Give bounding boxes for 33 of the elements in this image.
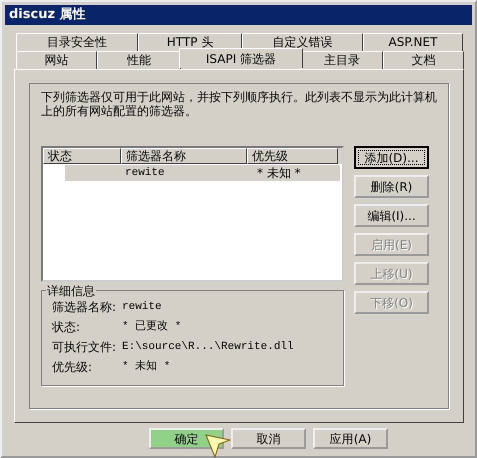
priority-text: * 未知 * [257, 165, 301, 181]
dialog-button[interactable]: 应用(A) [313, 428, 388, 449]
field-value: rewite [122, 300, 162, 315]
description-text: 下列筛选器仅可用于此网站，并按下列顺序执行。此列表不显示为此计算机上的所有网站配置的筛选器。 [41, 90, 438, 120]
side-button[interactable]: 添加(D)... [354, 146, 429, 169]
dialog-button[interactable]: 确定 [149, 428, 224, 449]
window-title: discuz 属性 [5, 5, 472, 25]
dialog-button[interactable]: 取消 [231, 428, 306, 449]
tab[interactable]: ASP.NET [363, 33, 463, 51]
tab[interactable]: 网站 [16, 51, 98, 69]
details-legend: 详细信息 [46, 282, 96, 300]
tab[interactable]: 目录安全性 [16, 33, 138, 51]
tab[interactable]: 主目录 [301, 51, 383, 69]
field-value: * 已更改 * [122, 319, 182, 335]
tab[interactable]: 文档 [382, 51, 464, 69]
side-button[interactable]: 删除(R) [354, 175, 429, 198]
side-button[interactable]: 编辑(I)... [354, 204, 429, 227]
field-label: 状态: [52, 319, 82, 336]
column-header[interactable]: 筛选器名称 [121, 148, 247, 164]
field-label: 优先级: [52, 359, 94, 376]
tab[interactable]: 自定义错误 [242, 33, 363, 51]
tab[interactable]: ISAPI 筛选器 [178, 48, 304, 68]
list-row[interactable]: rewite * 未知 * [65, 165, 340, 181]
column-header[interactable]: 优先级 [247, 148, 338, 164]
cursor-icon [205, 434, 231, 458]
field-label: 筛选器名称: [52, 299, 118, 316]
field-value: E:\source\R...\Rewrite.dll [122, 340, 294, 355]
field-label: 可执行文件: [52, 339, 118, 356]
field-value: * 未知 * [122, 359, 170, 375]
tab[interactable]: HTTP 头 [138, 33, 242, 51]
tab[interactable]: 性能 [97, 51, 181, 69]
column-header[interactable]: 状态 [43, 148, 121, 164]
filter-name: rewite [125, 166, 166, 181]
